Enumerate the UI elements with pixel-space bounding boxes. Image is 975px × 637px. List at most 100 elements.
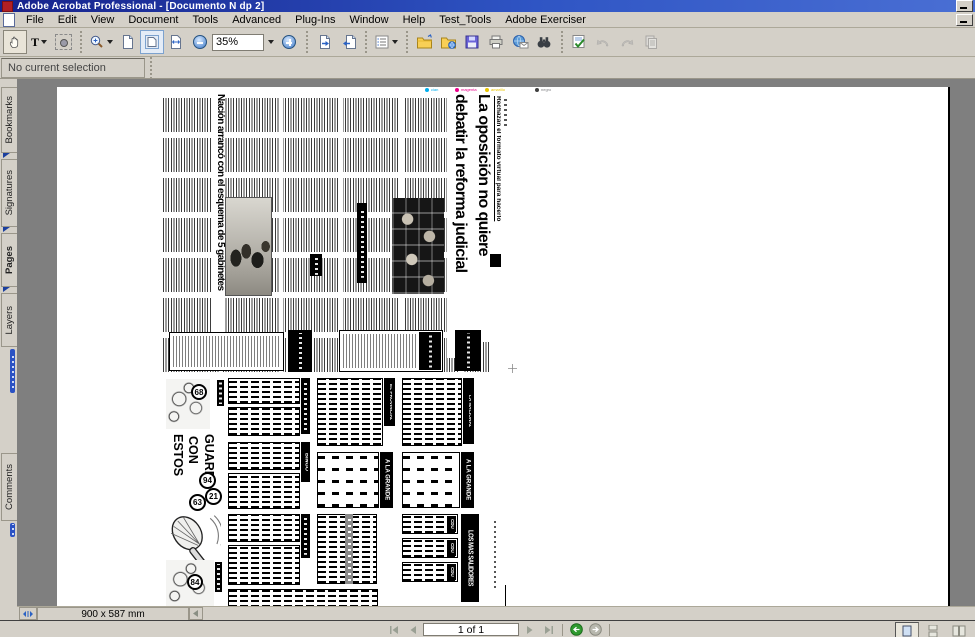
tab-comments[interactable]: Comments bbox=[1, 453, 17, 521]
table-header-bar bbox=[301, 378, 310, 434]
toolbar: T bbox=[0, 28, 975, 57]
results-table bbox=[228, 473, 300, 509]
previous-page-button[interactable] bbox=[404, 623, 421, 636]
splitter-button[interactable] bbox=[19, 607, 37, 620]
folder-open-icon bbox=[416, 34, 433, 50]
email-button[interactable] bbox=[508, 30, 532, 54]
open-button[interactable] bbox=[412, 30, 436, 54]
headline-line2: debatir la reforma judicial bbox=[447, 94, 468, 358]
print-button[interactable] bbox=[484, 30, 508, 54]
continuous-page-icon bbox=[927, 625, 939, 637]
acrobat-app-icon bbox=[2, 1, 13, 12]
selection-status: No current selection bbox=[1, 58, 145, 78]
edge-caption bbox=[494, 518, 496, 588]
task-list-button[interactable] bbox=[371, 30, 401, 54]
menu-test-tools[interactable]: Test_Tools bbox=[432, 13, 498, 27]
fit-width-button[interactable] bbox=[164, 30, 188, 54]
menu-file[interactable]: File bbox=[19, 13, 51, 27]
menu-adobe-exerciser[interactable]: Adobe Exerciser bbox=[498, 13, 593, 27]
page-number-input[interactable] bbox=[423, 623, 519, 636]
single-page-layout-button[interactable] bbox=[895, 622, 919, 637]
facing-layout-button[interactable] bbox=[947, 622, 971, 637]
fit-width-icon bbox=[168, 34, 184, 50]
minimize-button[interactable] bbox=[956, 0, 973, 12]
back-circle-icon bbox=[570, 623, 583, 636]
tab-pages[interactable]: Pages bbox=[1, 233, 17, 287]
promo-label-bar bbox=[215, 562, 222, 592]
menu-advanced[interactable]: Advanced bbox=[225, 13, 288, 27]
tab-bookmarks[interactable]: Bookmarks bbox=[1, 87, 17, 153]
page-arrow-icon bbox=[316, 34, 333, 50]
spell-check-button[interactable] bbox=[567, 30, 591, 54]
results-table bbox=[228, 442, 300, 470]
next-view-button[interactable] bbox=[587, 623, 604, 636]
menu-edit[interactable]: Edit bbox=[51, 13, 84, 27]
navigation-tab-strip: Bookmarks Signatures Pages Layers Commen… bbox=[0, 79, 18, 620]
window-title: Adobe Acrobat Professional - [Documento … bbox=[17, 1, 264, 12]
redo-arrow-icon bbox=[619, 34, 635, 50]
menu-window[interactable]: Window bbox=[342, 13, 395, 27]
zoom-level-input[interactable] bbox=[212, 34, 264, 51]
floppy-disk-icon bbox=[464, 34, 480, 50]
menu-plugins[interactable]: Plug-Ins bbox=[288, 13, 342, 27]
single-page-icon bbox=[901, 625, 913, 637]
cdu-header: CDU bbox=[447, 540, 456, 556]
fit-page-button[interactable] bbox=[140, 30, 164, 54]
previous-view-button[interactable] bbox=[568, 623, 585, 636]
hand-tool-button[interactable] bbox=[3, 30, 27, 54]
lucky-number: 63 bbox=[189, 494, 206, 511]
menu-view[interactable]: View bbox=[84, 13, 122, 27]
footer-statusbar bbox=[0, 620, 975, 637]
mas-salidores-header: LOS MÁS SALIDORES bbox=[461, 514, 479, 602]
next-view-button[interactable] bbox=[336, 30, 360, 54]
reg-mark-black: negro bbox=[535, 87, 551, 92]
save-button[interactable] bbox=[460, 30, 484, 54]
search-button[interactable] bbox=[532, 30, 556, 54]
page-arrow-icon bbox=[340, 34, 357, 50]
boxed-article bbox=[339, 330, 443, 372]
magnifier-icon bbox=[89, 34, 105, 50]
zoom-out-button[interactable] bbox=[188, 30, 212, 54]
a-la-grande-header: A LA GRANDE bbox=[380, 452, 393, 508]
menu-document[interactable]: Document bbox=[121, 13, 185, 27]
toolbar-separator bbox=[362, 31, 369, 53]
zoom-in-button[interactable] bbox=[277, 30, 301, 54]
lucky-number: 84 bbox=[187, 574, 203, 590]
zoom-tool-button[interactable] bbox=[86, 30, 116, 54]
newspaper-front-page: Nación arrancó con el esquema de 5 gabin… bbox=[163, 94, 508, 372]
open-web-page-button[interactable] bbox=[436, 30, 460, 54]
tab-layers[interactable]: Layers bbox=[1, 293, 17, 347]
first-page-button[interactable] bbox=[385, 623, 402, 636]
pdf-page[interactable]: cian magenta amarillo negro Nación arran… bbox=[57, 87, 950, 608]
actual-size-button[interactable] bbox=[116, 30, 140, 54]
faces-photo-mosaic bbox=[392, 198, 444, 294]
lucky-number: 21 bbox=[205, 488, 222, 505]
undo-button[interactable] bbox=[591, 30, 615, 54]
last-page-button[interactable] bbox=[540, 623, 557, 636]
panel-grab-handle[interactable] bbox=[10, 523, 15, 537]
page-navigation bbox=[385, 623, 613, 636]
copy-button[interactable] bbox=[639, 30, 663, 54]
snapshot-tool-button[interactable] bbox=[51, 30, 75, 54]
left-triangle-icon bbox=[193, 610, 199, 617]
crosshair-mark-icon bbox=[508, 364, 517, 373]
zoom-dropdown-button[interactable] bbox=[264, 30, 277, 54]
toolbar-separator bbox=[303, 31, 310, 53]
panel-grab-handle[interactable] bbox=[10, 349, 15, 393]
kicker: Rechazan el formato virtual para hacerlo bbox=[491, 96, 501, 252]
child-minimize-button[interactable] bbox=[956, 14, 973, 26]
tab-signatures[interactable]: Signatures bbox=[1, 159, 17, 227]
continuous-layout-button[interactable] bbox=[921, 622, 945, 637]
select-text-tool-button[interactable]: T bbox=[27, 30, 51, 54]
page-icon bbox=[120, 34, 136, 50]
numbers-grid bbox=[402, 452, 460, 508]
selection-info-bar: No current selection bbox=[0, 57, 975, 79]
last-page-icon bbox=[543, 625, 555, 635]
menu-help[interactable]: Help bbox=[396, 13, 433, 27]
redo-button[interactable] bbox=[615, 30, 639, 54]
tab-corner-icon bbox=[3, 153, 10, 158]
status-arrow-button[interactable] bbox=[189, 607, 203, 620]
menu-tools[interactable]: Tools bbox=[186, 13, 226, 27]
next-page-button[interactable] bbox=[521, 623, 538, 636]
previous-view-button[interactable] bbox=[312, 30, 336, 54]
